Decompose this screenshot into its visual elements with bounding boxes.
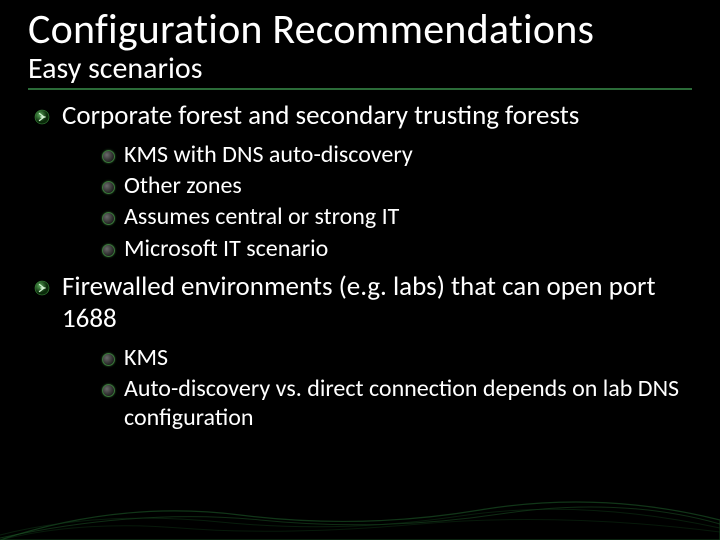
list-item-label: KMS (124, 343, 168, 372)
list-item-label: KMS with DNS auto-discovery (124, 140, 413, 169)
list-item: Microsoft IT scenario (62, 234, 692, 263)
list-item-heading: Firewalled environments (e.g. labs) that… (62, 270, 656, 335)
list-item-label: Assumes central or strong IT (124, 202, 399, 231)
list-item-heading: Corporate forest and secondary trusting … (62, 99, 579, 132)
list-item: Corporate forest and secondary trusting … (28, 100, 692, 263)
slide-title: Configuration Recommendations (28, 8, 692, 52)
list-item: Firewalled environments (e.g. labs) that… (28, 271, 692, 433)
sub-bullet-list: KMS with DNS auto-discovery Other zones … (62, 140, 692, 263)
list-item: Other zones (62, 171, 692, 200)
list-item-label: Other zones (124, 171, 242, 200)
list-item: KMS with DNS auto-discovery (62, 140, 692, 169)
list-item: Assumes central or strong IT (62, 202, 692, 231)
background-accent (0, 480, 720, 540)
arrow-bullet-icon (34, 109, 50, 125)
sub-bullet-list: KMS Auto-discovery vs. direct connection… (62, 343, 692, 433)
list-item: KMS (62, 343, 692, 372)
slide-subtitle: Easy scenarios (28, 54, 692, 90)
dot-bullet-icon (102, 212, 115, 225)
list-item: Auto-discovery vs. direct connection dep… (62, 374, 692, 433)
dot-bullet-icon (102, 181, 115, 194)
slide: Configuration Recommendations Easy scena… (0, 0, 720, 540)
list-item-label: Microsoft IT scenario (124, 234, 328, 263)
arrow-bullet-icon (34, 280, 50, 296)
dot-bullet-icon (102, 244, 115, 257)
bullet-list: Corporate forest and secondary trusting … (28, 100, 692, 432)
list-item-label: Auto-discovery vs. direct connection dep… (124, 374, 679, 432)
slide-content: Configuration Recommendations Easy scena… (0, 0, 720, 433)
dot-bullet-icon (102, 353, 115, 366)
dot-bullet-icon (102, 150, 115, 163)
dot-bullet-icon (102, 384, 115, 397)
